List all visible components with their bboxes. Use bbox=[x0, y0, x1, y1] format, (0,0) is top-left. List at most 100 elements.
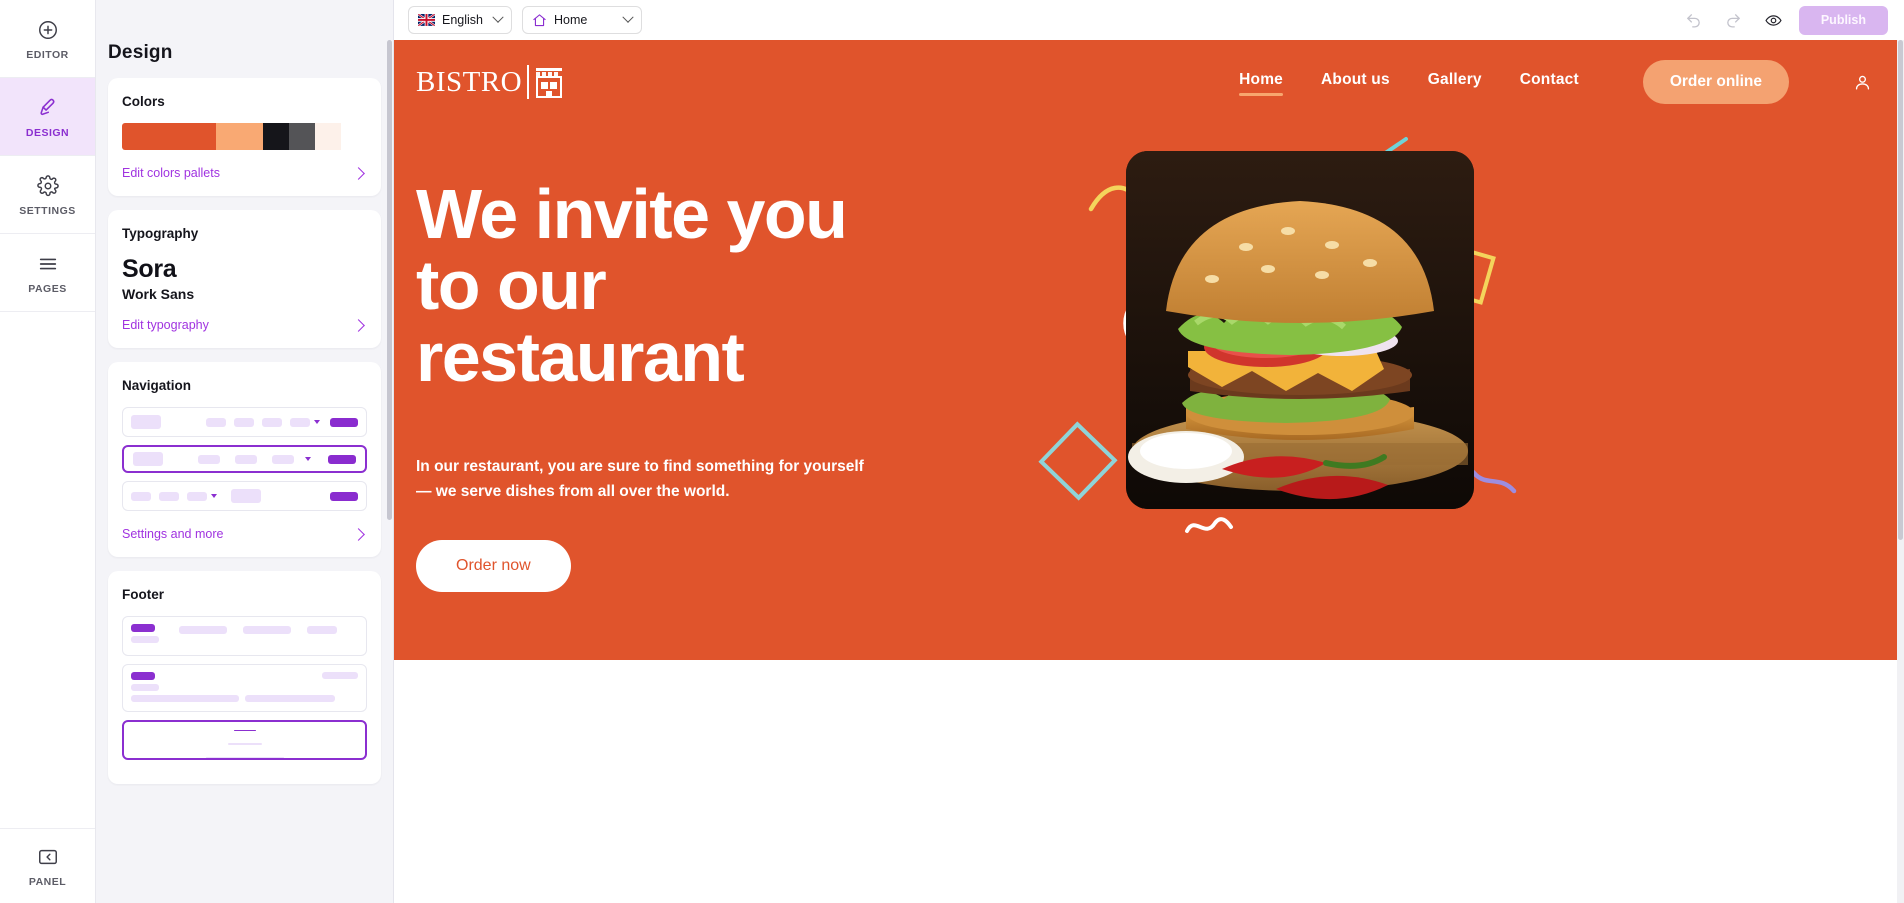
hero-heading: We invite you to our restaurant bbox=[416, 178, 936, 393]
language-selector[interactable]: English bbox=[408, 6, 512, 34]
edit-typography-label: Edit typography bbox=[122, 318, 209, 332]
settings-and-more-label: Settings and more bbox=[122, 527, 224, 541]
chevron-down-icon bbox=[305, 457, 311, 461]
color-swatch[interactable] bbox=[289, 123, 316, 150]
color-swatch-row[interactable] bbox=[122, 123, 367, 150]
logo-divider bbox=[527, 65, 530, 99]
typography-heading: Typography bbox=[122, 226, 199, 241]
hero-image-column bbox=[936, 137, 1904, 592]
site-nav-item-about-us[interactable]: About us bbox=[1321, 71, 1390, 94]
hero-heading-line-2: to our bbox=[416, 246, 607, 325]
nav-cta-placeholder bbox=[330, 491, 358, 501]
footer-sub-placeholder bbox=[131, 636, 159, 643]
site-nav-item-contact[interactable]: Contact bbox=[1520, 71, 1579, 94]
nav-item-placeholder bbox=[206, 417, 226, 427]
footer-link-placeholder bbox=[131, 695, 239, 702]
rail-label-editor: EDITOR bbox=[26, 48, 69, 61]
canvas-scrollbar[interactable] bbox=[1897, 40, 1904, 903]
colors-card: Colors Edit colors pallets bbox=[108, 78, 381, 196]
uk-flag-icon bbox=[418, 14, 435, 26]
footer-logo-placeholder bbox=[131, 672, 155, 680]
hero-paragraph: In our restaurant, you are sure to find … bbox=[416, 458, 864, 500]
left-icon-rail: EDITOR DESIGN SETTINGS PAGES PANEL bbox=[0, 0, 96, 903]
color-swatch[interactable] bbox=[263, 123, 290, 150]
footer-sub-placeholder bbox=[131, 684, 159, 691]
color-swatch[interactable] bbox=[216, 123, 264, 150]
publish-button[interactable]: Publish bbox=[1798, 5, 1888, 35]
site-nav-item-home[interactable]: Home bbox=[1239, 71, 1283, 96]
hero-heading-line-1: We invite you bbox=[416, 175, 848, 253]
footer-layout-option-1[interactable] bbox=[122, 616, 367, 656]
rail-item-design[interactable]: DESIGN bbox=[0, 78, 95, 156]
colors-heading: Colors bbox=[122, 94, 165, 109]
footer-heading: Footer bbox=[122, 587, 164, 602]
nav-layout-option-3[interactable] bbox=[122, 481, 367, 511]
rail-item-settings[interactable]: SETTINGS bbox=[0, 156, 95, 234]
burger-photo bbox=[1126, 151, 1474, 509]
rail-item-panel[interactable]: PANEL bbox=[0, 829, 95, 903]
logo-text: BISTRO bbox=[416, 65, 523, 98]
logo-placeholder bbox=[231, 489, 261, 503]
nav-cta-placeholder bbox=[330, 417, 358, 427]
edit-colors-pallets-label: Edit colors pallets bbox=[122, 166, 220, 180]
settings-and-more-link[interactable]: Settings and more bbox=[122, 527, 367, 541]
design-panel-scroll: Design Colors Edit colors pallets Typogr… bbox=[96, 0, 393, 903]
app-root: EDITOR DESIGN SETTINGS PAGES PANEL Desig… bbox=[0, 0, 1904, 903]
toolbar-right-group: Publish bbox=[1679, 5, 1888, 35]
footer-sub-placeholder bbox=[227, 743, 262, 745]
edit-typography-link[interactable]: Edit typography bbox=[122, 318, 367, 332]
chevron-right-icon bbox=[352, 318, 365, 332]
footer-layout-option-2[interactable] bbox=[122, 664, 367, 712]
footer-link-placeholder bbox=[205, 756, 284, 758]
nav-item-placeholder bbox=[235, 454, 257, 464]
nav-item-placeholder bbox=[159, 491, 179, 501]
top-toolbar: English Home Publish bbox=[394, 0, 1904, 40]
color-swatch[interactable] bbox=[122, 123, 217, 150]
nav-item-placeholder bbox=[272, 454, 294, 464]
home-icon bbox=[532, 13, 547, 28]
decor-white-squiggle-icon bbox=[1185, 517, 1233, 533]
nav-layout-option-2[interactable] bbox=[122, 445, 367, 473]
user-icon[interactable] bbox=[1853, 73, 1872, 92]
footer-column-placeholder bbox=[322, 672, 358, 679]
footer-layout-option-3[interactable] bbox=[122, 720, 367, 760]
preview-button[interactable] bbox=[1759, 5, 1789, 35]
page-selector[interactable]: Home bbox=[522, 6, 642, 34]
chevron-down-icon bbox=[622, 11, 634, 23]
rail-item-editor[interactable]: EDITOR bbox=[0, 0, 95, 78]
nav-layout-option-1[interactable] bbox=[122, 407, 367, 437]
rail-item-pages[interactable]: PAGES bbox=[0, 234, 95, 312]
color-swatch[interactable] bbox=[341, 123, 367, 150]
nav-item-placeholder bbox=[234, 417, 254, 427]
nav-item-placeholder bbox=[290, 417, 310, 427]
logo-placeholder bbox=[133, 452, 163, 466]
rail-label-settings: SETTINGS bbox=[19, 204, 76, 217]
chevron-down-icon bbox=[211, 494, 217, 498]
footer-column-placeholder bbox=[179, 626, 227, 634]
site-logo[interactable]: BISTRO bbox=[416, 64, 565, 100]
body-font-name: Work Sans bbox=[122, 286, 195, 302]
canvas-scrollbar-thumb[interactable] bbox=[1898, 40, 1903, 540]
navigation-card: Navigation Settings and more bbox=[108, 362, 381, 557]
editor-stage: English Home Publish BISTRO Home About u… bbox=[394, 0, 1904, 903]
logo-placeholder bbox=[131, 415, 161, 429]
hero-section: BISTRO Home About us Gallery Contact Ord… bbox=[394, 40, 1904, 660]
color-swatch[interactable] bbox=[315, 123, 342, 150]
page-value: Home bbox=[554, 13, 588, 27]
redo-button[interactable] bbox=[1719, 5, 1749, 35]
nav-item-placeholder bbox=[131, 491, 151, 501]
order-online-button[interactable]: Order online bbox=[1642, 60, 1789, 104]
chevron-down-icon bbox=[314, 420, 320, 424]
storefront-icon bbox=[533, 64, 565, 100]
rail-label-panel: PANEL bbox=[28, 876, 67, 888]
undo-button[interactable] bbox=[1679, 5, 1709, 35]
order-now-button[interactable]: Order now bbox=[416, 540, 571, 593]
hero-text-column: We invite you to our restaurant In our r… bbox=[416, 178, 936, 593]
footer-link-placeholder bbox=[245, 695, 335, 702]
site-navbar: BISTRO Home About us Gallery Contact Ord… bbox=[394, 40, 1904, 124]
panel-scrollbar[interactable] bbox=[387, 40, 392, 520]
edit-colors-pallets-link[interactable]: Edit colors pallets bbox=[122, 166, 367, 180]
nav-cta-placeholder bbox=[328, 454, 356, 464]
site-nav-item-gallery[interactable]: Gallery bbox=[1428, 71, 1482, 94]
decor-teal-square-icon bbox=[1038, 421, 1118, 501]
